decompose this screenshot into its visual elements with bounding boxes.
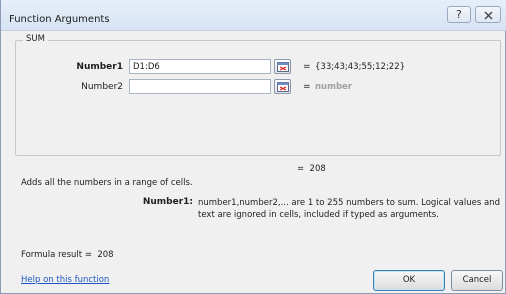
total-value: 208 xyxy=(309,164,326,174)
number2-input[interactable] xyxy=(129,79,271,94)
number2-equals: = xyxy=(303,82,311,92)
argument-help-name: Number1: xyxy=(142,197,193,207)
ok-button[interactable]: OK xyxy=(373,270,445,291)
function-arguments-dialog: Function Arguments ? SUM Number1 D1:D6 =… xyxy=(0,0,506,294)
formula-result: Formula result = 208 xyxy=(21,250,114,260)
number2-label: Number2 xyxy=(81,82,123,92)
function-name: SUM xyxy=(23,34,48,44)
number1-equals: = xyxy=(303,62,311,72)
function-description: Adds all the numbers in a range of cells… xyxy=(21,178,193,188)
close-button[interactable] xyxy=(475,6,501,23)
formula-result-value: 208 xyxy=(97,250,114,260)
number2-range-button[interactable] xyxy=(274,79,291,94)
help-on-function-link[interactable]: Help on this function xyxy=(21,275,109,285)
help-button[interactable]: ? xyxy=(447,6,471,23)
total-result: = 208 xyxy=(297,164,326,174)
collapse-dialog-icon xyxy=(277,62,289,72)
total-equals: = xyxy=(297,164,305,174)
question-mark-icon: ? xyxy=(456,8,462,21)
close-icon xyxy=(484,11,493,20)
number1-result: {33;43;43;55;12;22} xyxy=(315,62,406,72)
collapse-dialog-icon xyxy=(277,82,289,92)
argument-help-text: number1,number2,... are 1 to 255 numbers… xyxy=(198,198,500,220)
number1-input[interactable]: D1:D6 xyxy=(129,59,271,74)
arguments-group xyxy=(15,40,501,156)
number2-result: number xyxy=(315,82,353,92)
formula-result-label: Formula result = xyxy=(21,250,92,260)
title-bar: Function Arguments ? xyxy=(1,0,506,31)
cancel-button[interactable]: Cancel xyxy=(451,270,503,291)
number1-label: Number1 xyxy=(76,62,123,72)
dialog-title: Function Arguments xyxy=(9,14,110,25)
number1-range-button[interactable] xyxy=(274,59,291,74)
